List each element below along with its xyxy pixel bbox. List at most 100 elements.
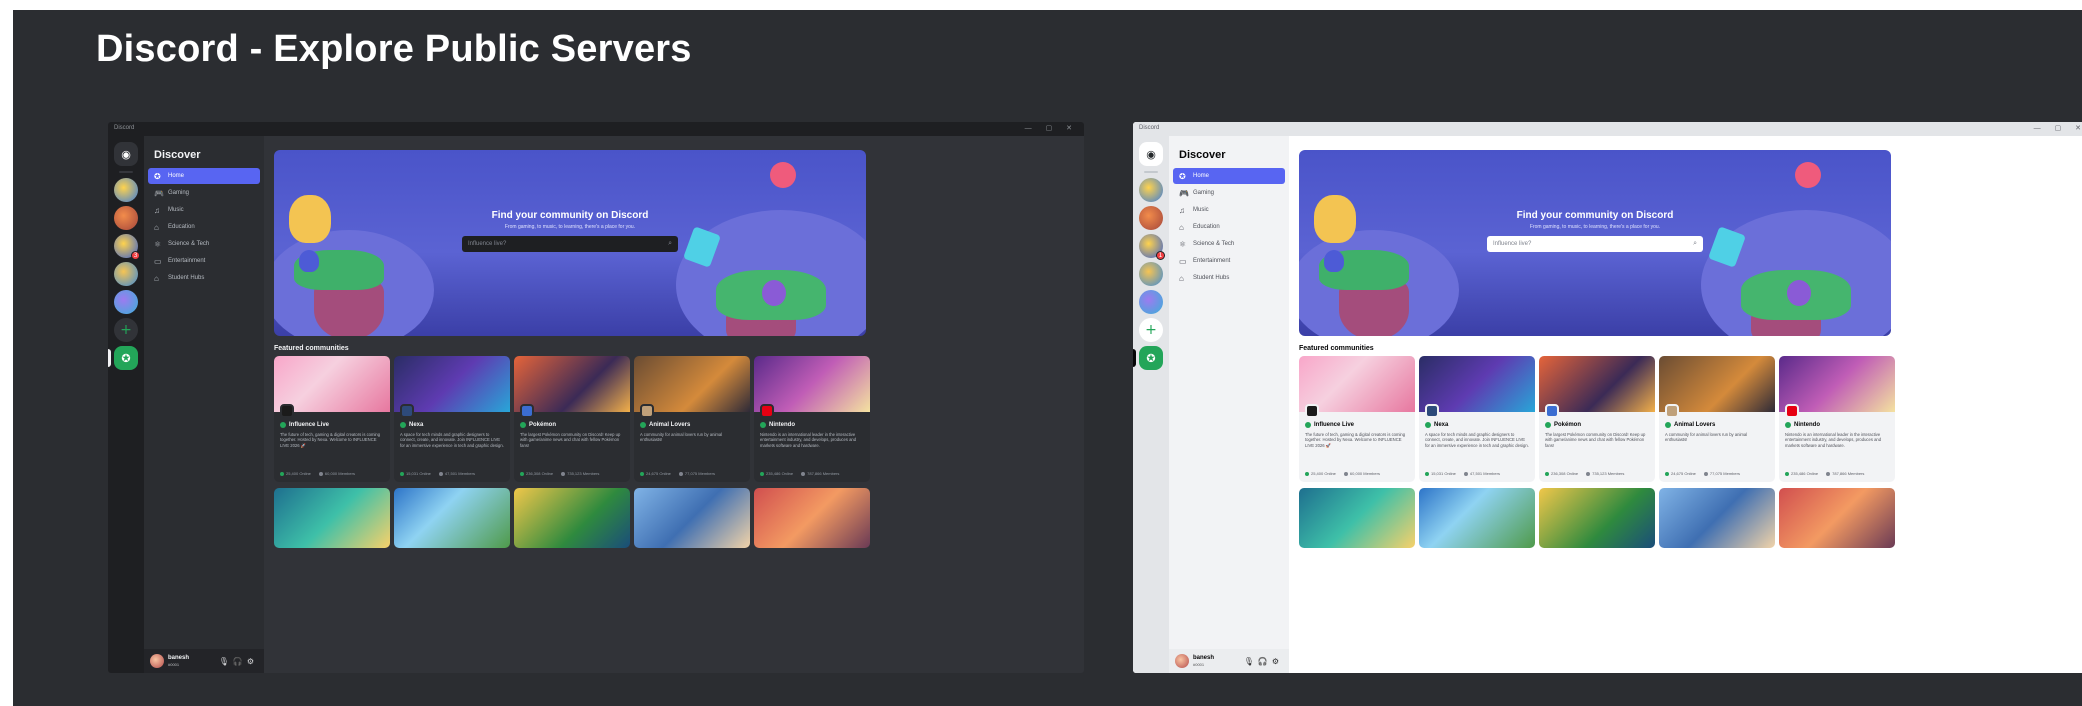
search-icon[interactable]: ⌕ bbox=[1693, 240, 1697, 248]
card-title: Animal Lovers bbox=[640, 422, 690, 428]
sidebar-item-entertainment[interactable]: ▭ Entertainment bbox=[148, 253, 260, 269]
headphones-icon[interactable]: 🎧 bbox=[1258, 657, 1272, 666]
add-server-button[interactable]: + bbox=[1139, 318, 1163, 342]
avatar[interactable] bbox=[150, 654, 164, 668]
server-folder[interactable] bbox=[114, 290, 138, 314]
hero-illustration bbox=[770, 162, 796, 188]
server-icon[interactable] bbox=[114, 206, 138, 230]
community-card[interactable] bbox=[1779, 488, 1895, 548]
community-card[interactable] bbox=[1659, 488, 1775, 548]
sidebar-item-gaming[interactable]: 🎮 Gaming bbox=[148, 185, 260, 201]
sidebar-item-label: Education bbox=[168, 224, 195, 230]
sidebar-item-entertainment[interactable]: ▭ Entertainment bbox=[1173, 253, 1285, 269]
card-description: Nintendo is an international leader in t… bbox=[1785, 432, 1882, 448]
card-name: Influence Live bbox=[289, 422, 330, 428]
discord-window-light: Discord — ▢ ✕ ◉ 1 + ✪ Discover ✪ Home 🎮 Ga… bbox=[1133, 122, 2082, 673]
server-rail: ◉ 1 + ✪ bbox=[1133, 136, 1169, 673]
server-folder[interactable] bbox=[1139, 290, 1163, 314]
community-card[interactable]: Pokémon The largest Pokémon community on… bbox=[1539, 356, 1655, 482]
server-icon[interactable] bbox=[114, 262, 138, 286]
sidebar-item-label: Music bbox=[168, 207, 184, 213]
add-server-button[interactable]: + bbox=[114, 318, 138, 342]
sidebar-item-science-tech[interactable]: ⚛ Science & Tech bbox=[1173, 236, 1285, 252]
search-input[interactable]: Influence live? ⌕ bbox=[462, 236, 678, 252]
server-icon[interactable]: 3 bbox=[114, 234, 140, 260]
server-icon[interactable] bbox=[1139, 206, 1163, 230]
community-card[interactable]: Animal Lovers A community for animal lov… bbox=[1659, 356, 1775, 482]
hero-title: Find your community on Discord bbox=[491, 210, 649, 221]
sidebar-item-education[interactable]: ⌂ Education bbox=[148, 219, 260, 235]
verified-icon bbox=[640, 422, 646, 428]
member-count: 77,075 Members bbox=[1703, 471, 1740, 476]
community-card[interactable] bbox=[754, 488, 870, 548]
user-panel: banesh #0001 🎙🎧⚙ bbox=[1169, 649, 1289, 673]
community-card[interactable] bbox=[634, 488, 750, 548]
community-card[interactable]: Nexa A space for tech minds and graphic … bbox=[394, 356, 510, 482]
discord-home-button[interactable]: ◉ bbox=[1139, 142, 1163, 166]
username: banesh bbox=[168, 655, 190, 661]
sidebar-item-science-tech[interactable]: ⚛ Science & Tech bbox=[148, 236, 260, 252]
member-count: 735,123 Members bbox=[561, 471, 599, 476]
server-icon bbox=[1545, 404, 1559, 418]
headphones-icon[interactable]: 🎧 bbox=[233, 657, 247, 666]
card-stats: 236,308 Online 735,123 Members bbox=[520, 471, 599, 476]
sidebar-item-label: Entertainment bbox=[1193, 258, 1231, 264]
gear-icon[interactable]: ⚙ bbox=[1272, 657, 1283, 666]
card-name: Animal Lovers bbox=[649, 422, 691, 428]
community-card[interactable]: Animal Lovers A community for animal lov… bbox=[634, 356, 750, 482]
sidebar-item-music[interactable]: ♫ Music bbox=[148, 202, 260, 218]
server-icon bbox=[1665, 404, 1679, 418]
explore-servers-button[interactable]: ✪ bbox=[1139, 346, 1163, 370]
category-list: ✪ Home 🎮 Gaming ♫ Music ⌂ Education ⚛ Science… bbox=[1173, 168, 1285, 287]
atom-icon: ⚛ bbox=[154, 239, 162, 249]
atom-icon: ⚛ bbox=[1179, 239, 1187, 249]
sidebar-item-home[interactable]: ✪ Home bbox=[148, 168, 260, 184]
window-controls[interactable]: — ▢ ✕ bbox=[1025, 124, 1078, 132]
sidebar-item-home[interactable]: ✪ Home bbox=[1173, 168, 1285, 184]
community-card[interactable]: Nintendo Nintendo is an international le… bbox=[1779, 356, 1895, 482]
community-card[interactable] bbox=[1299, 488, 1415, 548]
community-card[interactable]: Influence Live The future of tech, gamin… bbox=[274, 356, 390, 482]
community-card[interactable] bbox=[514, 488, 630, 548]
community-card[interactable] bbox=[1539, 488, 1655, 548]
community-card[interactable]: Nintendo Nintendo is an international le… bbox=[754, 356, 870, 482]
hero-character bbox=[1787, 280, 1811, 306]
explore-servers-button[interactable]: ✪ bbox=[114, 346, 138, 370]
hero-illustration bbox=[1795, 162, 1821, 188]
section-title: Featured communities bbox=[274, 345, 349, 352]
server-icon[interactable] bbox=[1139, 178, 1163, 202]
plus-icon: + bbox=[120, 322, 132, 338]
online-count: 235,486 Online bbox=[760, 471, 793, 476]
sidebar-item-education[interactable]: ⌂ Education bbox=[1173, 219, 1285, 235]
community-card[interactable] bbox=[394, 488, 510, 548]
community-card[interactable] bbox=[274, 488, 390, 548]
search-placeholder: Influence live? bbox=[468, 241, 507, 247]
sidebar-item-gaming[interactable]: 🎮 Gaming bbox=[1173, 185, 1285, 201]
avatar[interactable] bbox=[1175, 654, 1189, 668]
discord-home-button[interactable]: ◉ bbox=[114, 142, 138, 166]
sidebar-item-student-hubs[interactable]: ⌂ Student Hubs bbox=[1173, 270, 1285, 286]
microphone-icon[interactable]: 🎙 bbox=[219, 657, 233, 666]
microphone-icon[interactable]: 🎙 bbox=[1244, 657, 1258, 666]
card-stats: 15,031 Online 47,501 Members bbox=[1425, 471, 1500, 476]
community-card[interactable] bbox=[1419, 488, 1535, 548]
sidebar-item-label: Science & Tech bbox=[1193, 241, 1235, 247]
category-list: ✪ Home 🎮 Gaming ♫ Music ⌂ Education ⚛ Science… bbox=[148, 168, 260, 287]
sidebar-item-label: Education bbox=[1193, 224, 1220, 230]
card-title: Influence Live bbox=[1305, 422, 1354, 428]
server-icon[interactable]: 1 bbox=[1139, 234, 1165, 260]
community-card[interactable]: Influence Live The future of tech, gamin… bbox=[1299, 356, 1415, 482]
server-icon[interactable] bbox=[114, 178, 138, 202]
community-card[interactable]: Nexa A space for tech minds and graphic … bbox=[1419, 356, 1535, 482]
server-icon bbox=[280, 404, 294, 418]
window-controls[interactable]: — ▢ ✕ bbox=[2034, 124, 2082, 132]
search-icon[interactable]: ⌕ bbox=[668, 240, 672, 248]
gear-icon[interactable]: ⚙ bbox=[247, 657, 258, 666]
search-input[interactable]: Influence live? ⌕ bbox=[1487, 236, 1703, 252]
community-card[interactable]: Pokémon The largest Pokémon community on… bbox=[514, 356, 630, 482]
card-name: Influence Live bbox=[1314, 422, 1355, 428]
sidebar-item-music[interactable]: ♫ Music bbox=[1173, 202, 1285, 218]
server-icon bbox=[1305, 404, 1319, 418]
server-icon[interactable] bbox=[1139, 262, 1163, 286]
sidebar-item-student-hubs[interactable]: ⌂ Student Hubs bbox=[148, 270, 260, 286]
